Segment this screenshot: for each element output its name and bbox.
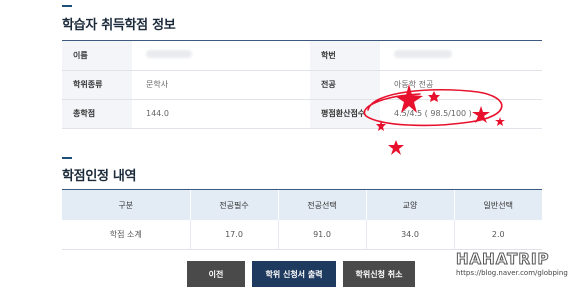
column-header-category: 구분 [62, 190, 190, 220]
degree-type-label: 학위종류 [62, 70, 132, 100]
section-title-credit-recognition: 학점인정 내역 [62, 169, 137, 184]
prev-button[interactable]: 이전 [187, 261, 245, 287]
table-row: 학위종류 문학사 전공 아동학 전공 [62, 70, 542, 100]
column-header-major-elective: 전공선택 [277, 190, 366, 220]
total-credits-label: 총학점 [62, 99, 132, 129]
star-icon [388, 140, 404, 155]
table-row: 이름 학번 [62, 41, 542, 71]
cancel-application-button[interactable]: 학위신청 취소 [343, 261, 415, 287]
credit-recognition-table: 구분 전공필수 전공선택 교양 일반선택 학점 소계 17.0 91.0 34.… [62, 190, 542, 250]
blog-watermark: HAHATRIP https://blog.naver.com/globping [456, 250, 568, 278]
section-accent-bar [62, 5, 72, 7]
name-value-redacted [146, 50, 192, 59]
column-header-liberal-arts: 교양 [365, 190, 454, 220]
gpa-label: 평점환산점수 [310, 99, 380, 129]
student-id-value [380, 41, 542, 71]
watermark-title: HAHATRIP [456, 250, 550, 269]
section-title-learner-credits: 학습자 취득학점 정보 [62, 18, 176, 33]
student-id-redacted [394, 50, 452, 59]
name-value [132, 41, 310, 71]
cell-major-required: 17.0 [189, 220, 278, 250]
table-header-row: 구분 전공필수 전공선택 교양 일반선택 [62, 190, 542, 220]
cell-major-elective: 91.0 [277, 220, 366, 250]
gpa-value: 4.5/4.5 ( 98.5/100 ) [380, 99, 542, 129]
cell-general-elective: 2.0 [453, 220, 542, 250]
table-row: 총학점 144.0 평점환산점수 4.5/4.5 ( 98.5/100 ) [62, 99, 542, 129]
name-label: 이름 [62, 41, 132, 71]
watermark-url: https://blog.naver.com/globping [456, 269, 568, 277]
row-label-subtotal: 학점 소계 [62, 220, 190, 250]
column-header-general-elective: 일반선택 [453, 190, 542, 220]
column-header-major-required: 전공필수 [189, 190, 278, 220]
cell-liberal-arts: 34.0 [365, 220, 454, 250]
degree-type-value: 문학사 [132, 70, 310, 100]
learner-info-table: 이름 학번 학위종류 문학사 전공 아동학 전공 총학점 144.0 평점환산점… [62, 41, 542, 129]
student-id-label: 학번 [310, 41, 380, 71]
total-credits-value: 144.0 [132, 99, 310, 129]
major-value: 아동학 전공 [380, 70, 542, 100]
table-row: 학점 소계 17.0 91.0 34.0 2.0 [62, 220, 542, 250]
print-application-button[interactable]: 학위 신청서 출력 [252, 261, 336, 287]
major-label: 전공 [310, 70, 380, 100]
section-accent-bar [62, 157, 72, 159]
